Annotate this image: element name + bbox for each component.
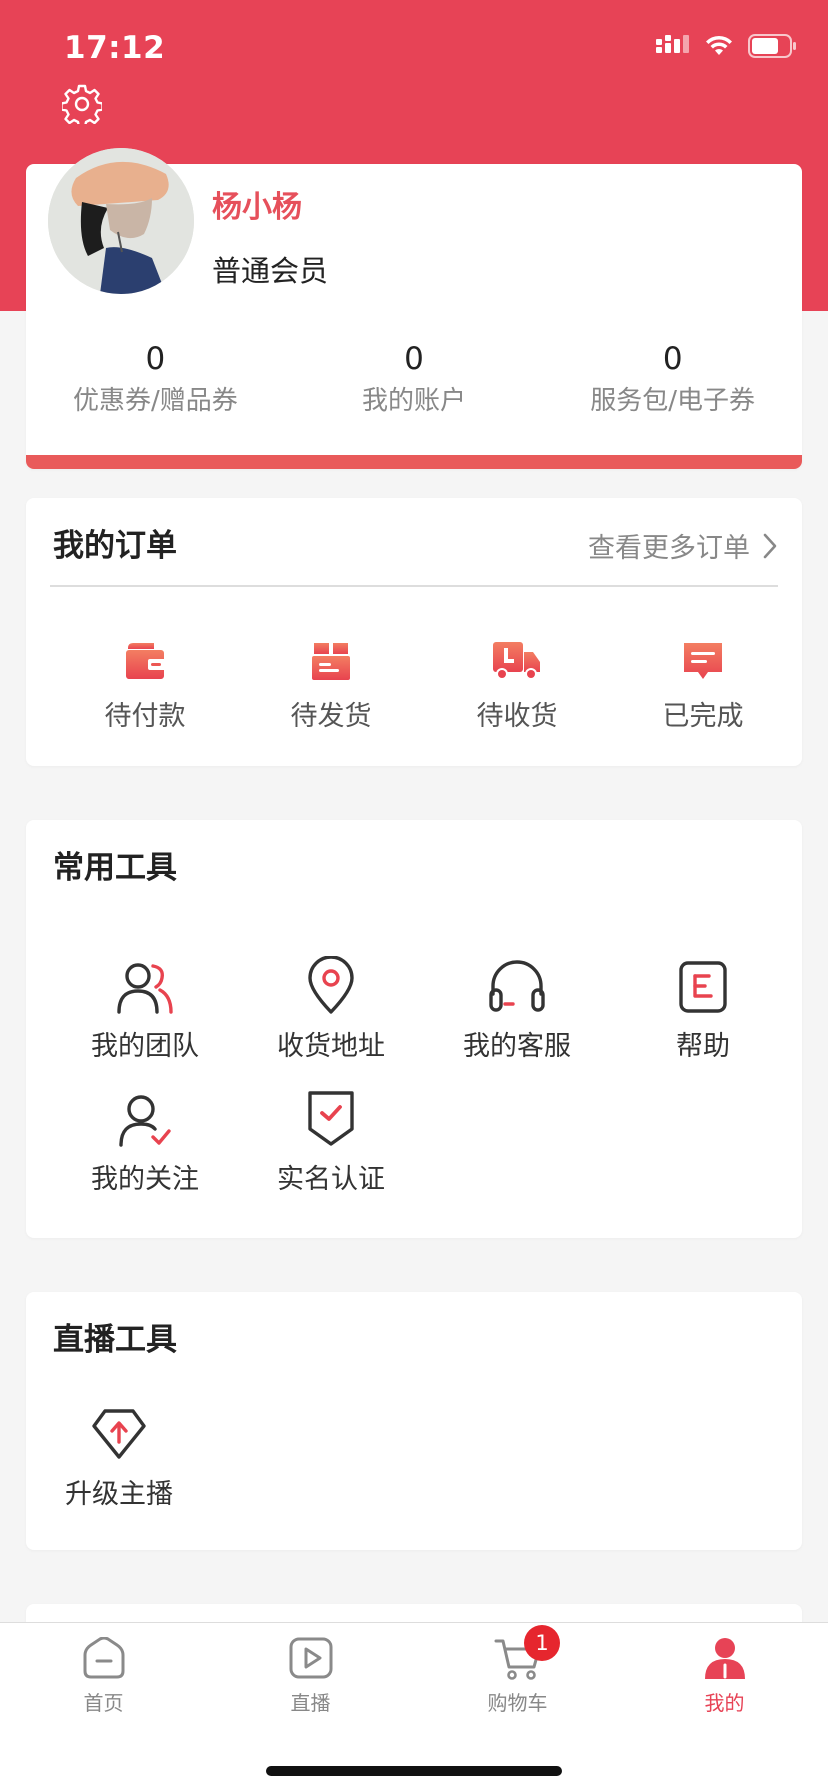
order-completed[interactable]: 已完成	[610, 626, 796, 733]
headset-icon	[489, 960, 545, 1012]
member-level: 普通会员	[212, 254, 329, 288]
settings-button[interactable]	[60, 84, 104, 129]
avatar[interactable]	[48, 148, 194, 294]
view-more-orders-link[interactable]: 查看更多订单	[588, 526, 778, 565]
box-icon	[312, 643, 350, 680]
tool-label: 升级主播	[65, 1479, 173, 1510]
order-pending-receipt[interactable]: 待收货	[424, 626, 610, 733]
profile-icon	[704, 1638, 745, 1679]
tab-home[interactable]: 首页	[0, 1623, 207, 1723]
chevron-right-icon	[763, 533, 777, 558]
stat-label: 优惠券/赠品券	[72, 386, 238, 416]
tool-label: 我的关注	[91, 1164, 199, 1195]
home-icon	[83, 1637, 124, 1679]
tool-customer-service[interactable]: 我的客服	[424, 952, 610, 1063]
view-more-orders-label: 查看更多订单	[588, 533, 750, 564]
tab-label: 我的	[704, 1691, 745, 1715]
tab-label: 购物车	[487, 1691, 548, 1715]
tab-cart[interactable]: 1 购物车	[414, 1623, 621, 1723]
follow-icon	[119, 1095, 171, 1147]
tool-upgrade-anchor[interactable]: 升级主播	[26, 1404, 212, 1511]
user-name: 杨小杨	[212, 190, 302, 225]
tool-label: 实名认证	[277, 1164, 385, 1195]
tool-address[interactable]: 收货地址	[238, 952, 424, 1063]
tool-label: 帮助	[676, 1031, 730, 1062]
stats-row: 0 优惠券/赠品券 0 我的账户 0 服务包/电子券	[26, 340, 802, 417]
cart-badge: 1	[524, 1625, 560, 1661]
stat-value: 0	[404, 341, 424, 377]
live-tools-title: 直播工具	[53, 1322, 177, 1358]
tool-label: 我的团队	[91, 1031, 199, 1062]
profile-card-accent-bar	[26, 455, 802, 469]
status-bar: 17:12	[0, 0, 828, 100]
stat-label: 服务包/电子券	[590, 386, 756, 416]
home-indicator	[266, 1766, 562, 1776]
tool-real-name-auth[interactable]: 实名认证	[238, 1085, 424, 1196]
stat-account[interactable]: 0 我的账户	[285, 340, 544, 417]
order-status-label: 待付款	[104, 701, 186, 732]
tools-grid: 我的团队 收货地址 我的客服 帮助 我的关注 实名认证	[52, 952, 796, 1196]
order-status-label: 待发货	[290, 701, 372, 732]
shield-check-icon	[308, 1091, 354, 1146]
help-icon	[679, 961, 727, 1013]
team-icon	[117, 963, 173, 1014]
live-tools-grid: 升级主播	[26, 1404, 770, 1511]
truck-icon	[493, 642, 540, 680]
tool-help[interactable]: 帮助	[610, 952, 796, 1063]
stat-coupons[interactable]: 0 优惠券/赠品券	[26, 340, 285, 417]
gear-icon	[60, 84, 104, 129]
tab-label: 直播	[290, 1691, 331, 1715]
stat-value: 0	[145, 341, 166, 377]
common-tools-card: 常用工具 我的团队 收货地址 我的客服 帮助 我的关注 实名认证	[26, 820, 802, 1238]
wallet-icon	[126, 643, 166, 679]
orders-title: 我的订单	[53, 528, 177, 564]
status-time: 17:12	[64, 30, 166, 66]
battery-icon	[748, 34, 796, 58]
order-status-label: 待收货	[476, 701, 558, 732]
order-status-grid: 待付款 待发货 待收货 已完成	[52, 626, 796, 733]
message-icon	[684, 643, 722, 679]
tab-live[interactable]: 直播	[207, 1623, 414, 1723]
divider	[50, 585, 778, 587]
wifi-icon	[706, 35, 732, 55]
profile-card: 杨小杨 普通会员 0 优惠券/赠品券 0 我的账户 0 服务包/电子券	[26, 148, 802, 469]
status-icons	[656, 34, 798, 58]
tab-mine[interactable]: 我的	[621, 1623, 828, 1723]
order-status-label: 已完成	[662, 701, 744, 732]
tools-title: 常用工具	[53, 850, 177, 886]
tab-label: 首页	[83, 1691, 124, 1715]
orders-card: 我的订单 查看更多订单 待付款 待发货 待收货 已完成	[26, 498, 802, 766]
live-tools-card: 直播工具 升级主播	[26, 1292, 802, 1550]
cellular-signal-icon	[656, 35, 689, 53]
tool-following[interactable]: 我的关注	[52, 1085, 238, 1196]
order-pending-shipment[interactable]: 待发货	[238, 626, 424, 733]
tool-label: 收货地址	[277, 1031, 385, 1062]
tool-label: 我的客服	[463, 1031, 571, 1062]
upgrade-icon	[92, 1409, 146, 1459]
stat-value: 0	[662, 341, 683, 377]
stat-label: 我的账户	[362, 386, 467, 416]
location-icon	[308, 956, 354, 1014]
tool-my-team[interactable]: 我的团队	[52, 952, 238, 1063]
order-pending-payment[interactable]: 待付款	[52, 626, 238, 733]
stat-service-pack[interactable]: 0 服务包/电子券	[543, 340, 802, 417]
play-icon	[289, 1637, 332, 1679]
